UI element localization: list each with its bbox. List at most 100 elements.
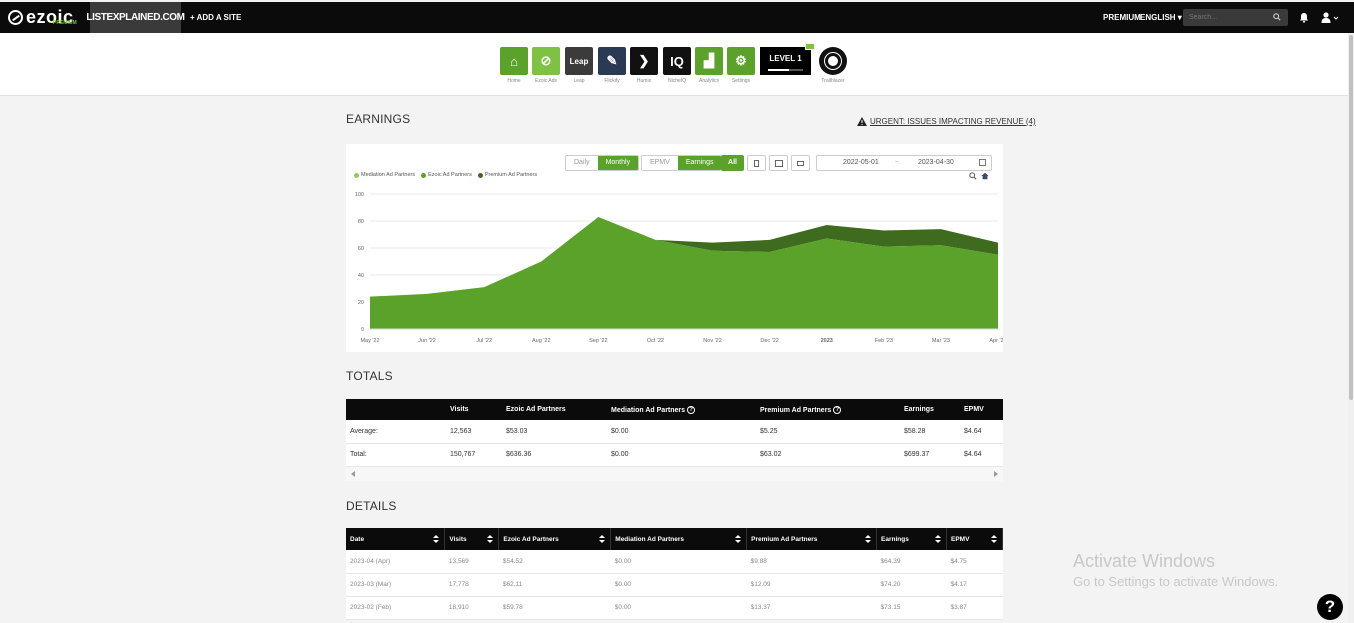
- trailblazer-app[interactable]: Trailblazer: [818, 47, 848, 84]
- table-cell: 18,910: [444, 596, 499, 620]
- earnings-toggle[interactable]: Earnings: [677, 156, 722, 170]
- sort-icon[interactable]: [433, 534, 440, 544]
- site-tab[interactable]: LISTEXPLAINED.COM: [86, 2, 185, 33]
- bell-icon[interactable]: [1299, 12, 1309, 23]
- device-all-button[interactable]: All: [721, 155, 744, 171]
- language-dropdown[interactable]: ENGLISH ▾: [1140, 13, 1182, 22]
- humix-icon: ❯: [630, 47, 658, 75]
- totals-header-cell: [346, 399, 446, 420]
- monthly-toggle[interactable]: Monthly: [597, 156, 639, 170]
- earnings-title: EARNINGS: [346, 112, 411, 126]
- details-header-sortable[interactable]: Earnings: [876, 528, 947, 550]
- search-icon[interactable]: [1273, 13, 1281, 21]
- table-cell: Average:: [346, 420, 446, 444]
- legend-dot: [354, 172, 359, 178]
- totals-header-cell: EPMV: [960, 399, 1003, 420]
- app-label: Settings: [731, 78, 751, 84]
- sort-icon[interactable]: [735, 534, 742, 544]
- totals-header-cell: Mediation Ad Partners?: [607, 399, 756, 420]
- metric-toggle: EPMV Earnings: [641, 155, 723, 171]
- details-header-sortable[interactable]: Mediation Ad Partners: [610, 528, 748, 550]
- trailblazer-icon: [819, 47, 847, 75]
- table-cell: $53.03: [502, 420, 607, 444]
- help-button[interactable]: ?: [1317, 594, 1343, 620]
- y-tick-label: 40: [358, 273, 364, 279]
- totals-title: TOTALS: [346, 369, 393, 383]
- legend-label: Mediation Ad Partners: [361, 172, 416, 178]
- table-cell: $62.11: [498, 573, 611, 597]
- x-tick-label: Aug '22: [532, 338, 550, 344]
- earnings-chart-card: Daily Monthly EPMV Earnings All 2022-05-…: [346, 144, 1003, 352]
- device-tablet-button[interactable]: [769, 155, 788, 171]
- epmv-toggle[interactable]: EPMV: [642, 156, 678, 170]
- scroll-right-icon[interactable]: [994, 471, 998, 477]
- table-cell: $0.00: [607, 420, 756, 444]
- legend-item[interactable]: Mediation Ad Partners: [354, 172, 415, 178]
- details-header-sortable[interactable]: Visits: [444, 528, 500, 550]
- reset-zoom-home-icon[interactable]: [981, 172, 989, 180]
- app-settings[interactable]: ⚙ Settings: [727, 47, 755, 84]
- x-tick-label: Sep '22: [589, 338, 607, 344]
- device-mobile-button[interactable]: [747, 155, 766, 171]
- help-circle-icon[interactable]: ?: [687, 405, 696, 414]
- table-cell: $9.88: [746, 550, 877, 574]
- user-menu-icon[interactable]: [1321, 12, 1339, 23]
- sort-icon[interactable]: [991, 534, 997, 544]
- table-cell: $59.78: [498, 596, 611, 620]
- level-badge[interactable]: LEVEL 1: [760, 43, 815, 75]
- sort-icon[interactable]: [935, 534, 941, 544]
- details-header-sortable[interactable]: Date: [346, 528, 446, 550]
- page-scrollbar[interactable]: [1348, 33, 1354, 623]
- table-cell: $63.02: [756, 443, 900, 467]
- device-desktop-button[interactable]: [791, 155, 810, 171]
- logo-premium-label: PREMIUM: [53, 20, 77, 26]
- x-tick-label: Apr '23: [989, 338, 1003, 344]
- table-row: Total: 150,767 $636.36 $0.00 $63.02 $699.37 $4…: [346, 443, 1003, 467]
- table-cell: $4.75: [946, 550, 1003, 574]
- totals-horizontal-scrollbar[interactable]: [346, 466, 1003, 481]
- table-cell: $64.39: [876, 550, 947, 574]
- x-tick-label: Oct '22: [647, 338, 664, 344]
- urgent-issues-link[interactable]: URGENT: ISSUES IMPACTING REVENUE (4): [857, 117, 1036, 126]
- sort-icon[interactable]: [865, 534, 872, 544]
- scroll-left-icon[interactable]: [351, 471, 355, 477]
- y-tick-label: 20: [358, 300, 364, 306]
- table-cell: 13,569: [444, 550, 499, 574]
- totals-header-cell: Ezoic Ad Partners: [502, 399, 607, 420]
- details-header-sortable[interactable]: Ezoic Ad Partners: [498, 528, 612, 550]
- daily-toggle[interactable]: Daily: [566, 156, 598, 170]
- legend-item[interactable]: Ezoic Ad Partners: [421, 172, 472, 178]
- details-table: Date Visits Ezoic Ad Partners Mediation Ad …: [346, 528, 1003, 620]
- y-tick-label: 100: [355, 192, 364, 198]
- level-progress-bar: [768, 69, 803, 71]
- analytics-icon: ▟: [695, 47, 723, 75]
- earnings-area-chart: 0 20 40 60 80 100 May '22 Jun '22 Jul '22 Aug '22…: [355, 192, 1003, 344]
- tablet-icon: [774, 159, 783, 167]
- table-cell: $4.17: [946, 573, 1003, 597]
- legend-item[interactable]: Premium Ad Partners: [477, 172, 538, 178]
- page-scrollbar-thumb[interactable]: [1349, 35, 1353, 400]
- date-range-picker[interactable]: 2022-05-01 ~ 2023-04-30: [816, 155, 992, 171]
- help-circle-icon[interactable]: ?: [833, 405, 842, 414]
- premium-link[interactable]: PREMIUM: [1103, 13, 1141, 22]
- table-cell: $0.00: [610, 550, 747, 574]
- top-navbar: ezoic PREMIUM LISTEXPLAINED.COM + ADD A …: [0, 2, 1354, 33]
- add-site-link[interactable]: + ADD A SITE: [190, 13, 241, 22]
- sort-icon[interactable]: [599, 534, 606, 544]
- table-cell: $0.00: [610, 596, 747, 620]
- table-cell: $0.00: [607, 443, 756, 467]
- home-icon: ⌂: [500, 47, 528, 75]
- table-cell: $0.00: [610, 573, 747, 597]
- sort-icon[interactable]: [487, 534, 494, 544]
- details-header-sortable[interactable]: Premium Ad Partners: [746, 528, 878, 550]
- x-tick-label: May '22: [360, 338, 379, 344]
- legend-label: Premium Ad Partners: [484, 172, 538, 178]
- table-cell: $4.64: [960, 443, 1003, 467]
- details-title: DETAILS: [346, 499, 397, 513]
- settings-icon: ⚙: [727, 47, 755, 75]
- table-cell: $74.20: [876, 573, 947, 597]
- totals-header-cell: Premium Ad Partners?: [756, 399, 900, 420]
- chart-legend: Mediation Ad Partners Ezoic Ad Partners Pr…: [354, 172, 543, 178]
- details-header-sortable[interactable]: EPMV: [946, 528, 1003, 550]
- zoom-icon[interactable]: [969, 172, 977, 180]
